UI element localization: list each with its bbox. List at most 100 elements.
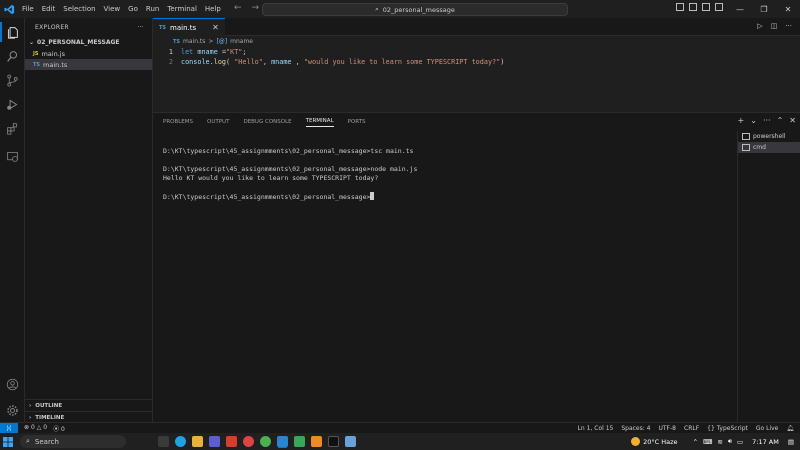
tab-label: main.ts: [170, 23, 197, 32]
language-mode[interactable]: {} TypeScript: [707, 425, 748, 432]
chevron-down-icon[interactable]: ⌄: [750, 116, 757, 125]
remote-indicator-icon[interactable]: ⟩⟨: [0, 422, 18, 434]
file-item-main-ts[interactable]: TS main.ts: [25, 59, 152, 70]
encoding[interactable]: UTF-8: [659, 425, 677, 432]
tab-ports[interactable]: PORTS: [348, 119, 366, 125]
app-icon[interactable]: [345, 436, 356, 447]
menu-file[interactable]: File: [22, 5, 34, 13]
vscode-taskbar-icon[interactable]: [277, 436, 288, 447]
windows-start-icon[interactable]: [0, 433, 16, 450]
token: mname: [193, 48, 222, 56]
toggle-panel-icon[interactable]: [689, 3, 697, 11]
forward-arrow-icon[interactable]: →: [252, 3, 260, 13]
chrome-browser-icon[interactable]: [260, 436, 271, 447]
token: mname: [271, 58, 292, 66]
account-icon[interactable]: [0, 372, 25, 396]
maximize-icon[interactable]: ❐: [752, 0, 776, 18]
maximize-panel-icon[interactable]: ⌃: [777, 116, 784, 125]
run-debug-icon[interactable]: [0, 92, 25, 116]
toggle-sidebar-icon[interactable]: [676, 3, 684, 11]
opera-browser-icon[interactable]: [243, 436, 254, 447]
problems-status[interactable]: ⊗ 0 △ 0: [24, 424, 47, 433]
wifi-icon[interactable]: ≋: [717, 438, 722, 446]
token: let: [181, 48, 194, 56]
battery-icon[interactable]: ▭: [737, 438, 743, 446]
extensions-icon[interactable]: [0, 116, 25, 140]
explorer-sidebar: EXPLORER ··· ⌄ 02_PERSONAL_MESSAGE JS ma…: [25, 18, 153, 422]
folder-item[interactable]: ⌄ 02_PERSONAL_MESSAGE: [25, 36, 152, 48]
clock-time[interactable]: 7:17 AM: [752, 438, 779, 446]
search-view-icon[interactable]: [0, 44, 25, 68]
line-ending[interactable]: CRLF: [684, 425, 699, 432]
more-actions-icon[interactable]: ···: [785, 22, 792, 30]
close-tab-icon[interactable]: ✕: [212, 23, 219, 32]
split-editor-icon[interactable]: ◫: [771, 22, 778, 30]
close-panel-icon[interactable]: ✕: [789, 116, 796, 125]
tab-problems[interactable]: PROBLEMS: [163, 119, 193, 125]
editor-actions: ▷ ◫ ···: [757, 22, 792, 30]
task-view-icon[interactable]: [158, 436, 169, 447]
code-editor[interactable]: 1 let mname = "KT" ; 2 console . log ( "…: [153, 47, 800, 67]
run-icon[interactable]: ▷: [757, 22, 762, 30]
manage-gear-icon[interactable]: [0, 398, 25, 422]
whatsapp-icon[interactable]: [294, 436, 305, 447]
remote-explorer-icon[interactable]: [0, 144, 25, 168]
menu-run[interactable]: Run: [146, 5, 159, 13]
explorer-icon[interactable]: [0, 20, 25, 44]
tab-terminal[interactable]: TERMINAL: [305, 118, 334, 127]
volume-icon[interactable]: 🔊︎: [728, 437, 732, 446]
office-icon[interactable]: [226, 436, 237, 447]
outline-section[interactable]: › OUTLINE: [25, 399, 153, 411]
chevron-up-icon[interactable]: ⌃: [693, 438, 698, 446]
notification-icon[interactable]: ▤: [788, 438, 794, 446]
menu-help[interactable]: Help: [205, 5, 221, 13]
minimize-icon[interactable]: —: [728, 0, 752, 18]
file-item-main-js[interactable]: JS main.js: [25, 48, 152, 59]
editor-area: TS main.ts ✕ ▷ ◫ ··· TS main.ts > [@] mn…: [153, 18, 800, 112]
ports-count: 0: [61, 425, 65, 433]
menu-go[interactable]: Go: [128, 5, 138, 13]
taskbar-search[interactable]: ⌕ Search: [20, 435, 126, 448]
folder-name: 02_PERSONAL_MESSAGE: [37, 38, 120, 46]
customize-layout-icon[interactable]: [715, 3, 723, 11]
breadcrumb-file[interactable]: main.ts: [183, 38, 205, 45]
menu-view[interactable]: View: [104, 5, 121, 13]
weather-widget[interactable]: 20°C Haze: [631, 437, 678, 446]
terminal-item-cmd[interactable]: cmd: [738, 142, 800, 153]
menu-selection[interactable]: Selection: [63, 5, 95, 13]
file-explorer-icon[interactable]: [192, 436, 203, 447]
teams-icon[interactable]: [209, 436, 220, 447]
typescript-file-icon: TS: [173, 38, 181, 45]
app-icon[interactable]: [311, 436, 322, 447]
close-window-icon[interactable]: ✕: [776, 0, 800, 18]
more-actions-icon[interactable]: ···: [763, 116, 771, 125]
go-live[interactable]: Go Live: [756, 425, 778, 432]
menu-terminal[interactable]: Terminal: [167, 5, 197, 13]
error-count: 0: [30, 423, 35, 431]
ports-status[interactable]: ⦿ 0: [53, 424, 65, 433]
warning-count: 0: [43, 423, 48, 431]
tab-debug-console[interactable]: DEBUG CONSOLE: [243, 119, 291, 125]
indentation[interactable]: Spaces: 4: [621, 425, 650, 432]
tab-output[interactable]: OUTPUT: [207, 119, 229, 125]
new-terminal-icon[interactable]: +: [738, 116, 745, 125]
tab-main-ts[interactable]: TS main.ts ✕: [153, 18, 225, 36]
token: "would you like to learn some TYPESCRIPT…: [303, 58, 501, 66]
notifications-bell-icon[interactable]: 🔔︎: [786, 425, 794, 432]
more-actions-icon[interactable]: ···: [137, 24, 144, 31]
edge-browser-icon[interactable]: [175, 436, 186, 447]
windows-taskbar: ⌕ Search 20°C Haze ⌃ ⌨ ≋ 🔊︎ ▭ 7:17 AM ▤: [0, 433, 800, 450]
keyboard-icon[interactable]: ⌨: [703, 438, 712, 446]
terminal-output[interactable]: D:\KT\typescript\45_assignmments\02_pers…: [163, 147, 417, 201]
menu-edit[interactable]: Edit: [42, 5, 56, 13]
cursor-position[interactable]: Ln 1, Col 15: [578, 425, 614, 432]
terminal-item-powershell[interactable]: powershell: [738, 131, 800, 142]
source-control-icon[interactable]: [0, 68, 25, 92]
toggle-secondary-sidebar-icon[interactable]: [702, 3, 710, 11]
breadcrumb-symbol[interactable]: mname: [230, 38, 253, 45]
back-arrow-icon[interactable]: ←: [234, 3, 242, 13]
terminal-name: powershell: [753, 133, 786, 140]
command-center[interactable]: ⌕ 02_personal_message: [262, 3, 568, 16]
token: ,: [262, 58, 272, 66]
command-prompt-icon[interactable]: [328, 436, 339, 447]
